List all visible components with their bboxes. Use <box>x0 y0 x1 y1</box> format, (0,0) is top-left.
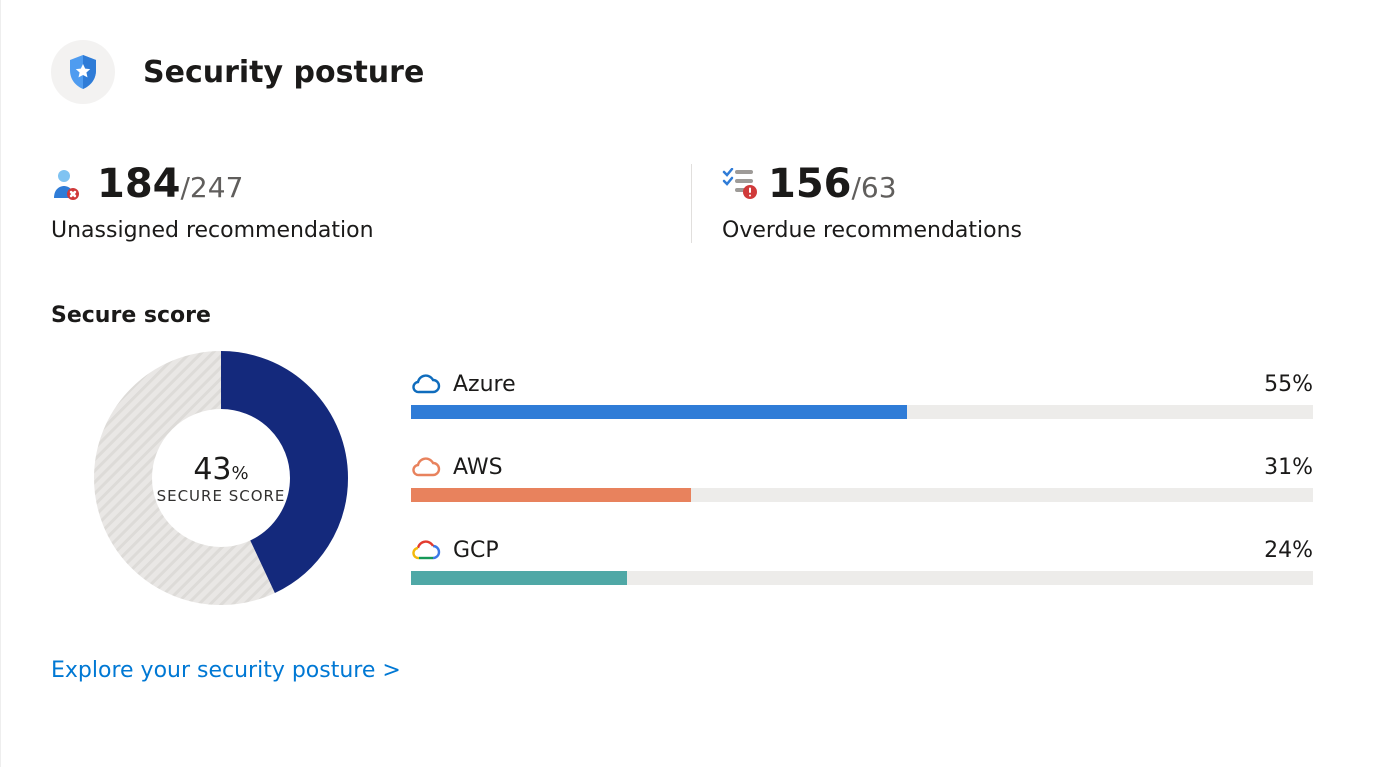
progress-track <box>411 405 1313 419</box>
stat-small-number: /63 <box>852 171 897 204</box>
stat-value: 184/247 <box>97 164 243 204</box>
security-posture-card: Security posture 184/247 Unassigned <box>0 0 1373 767</box>
explore-link[interactable]: Explore your security posture > <box>51 658 401 683</box>
progress-fill <box>411 571 627 585</box>
provider-percent: 31% <box>1264 455 1313 480</box>
cloud-aws-icon <box>411 456 441 478</box>
cloud-gcp-icon <box>411 539 441 561</box>
stat-big-number: 156 <box>768 161 852 207</box>
progress-fill <box>411 405 907 419</box>
provider-percent: 55% <box>1264 372 1313 397</box>
unassigned-stat[interactable]: 184/247 Unassigned recommendation <box>51 164 691 243</box>
stat-label: Unassigned recommendation <box>51 218 691 243</box>
donut-percent: 43% <box>193 452 248 487</box>
provider-name: Azure <box>453 372 516 397</box>
provider-row-gcp[interactable]: GCP 24% <box>411 538 1313 585</box>
progress-track <box>411 488 1313 502</box>
donut-percent-sign: % <box>232 463 249 484</box>
progress-track <box>411 571 1313 585</box>
shield-icon <box>51 40 115 104</box>
card-header: Security posture <box>51 40 1323 104</box>
donut-label: SECURE SCORE <box>157 487 286 505</box>
donut-center: 43% SECURE SCORE <box>91 348 351 608</box>
provider-row-aws[interactable]: AWS 31% <box>411 455 1313 502</box>
secure-score-donut[interactable]: 43% SECURE SCORE <box>91 348 351 608</box>
person-alert-icon <box>51 168 83 200</box>
provider-name: AWS <box>453 455 503 480</box>
secure-score-section: 43% SECURE SCORE Azure 55% <box>51 348 1323 608</box>
stat-label: Overdue recommendations <box>722 218 1022 243</box>
donut-percent-number: 43 <box>193 452 231 487</box>
provider-bars: Azure 55% AWS 31% <box>411 372 1323 585</box>
progress-fill <box>411 488 691 502</box>
provider-name: GCP <box>453 538 499 563</box>
cloud-azure-icon <box>411 373 441 395</box>
secure-score-heading: Secure score <box>51 303 1323 328</box>
checklist-alert-icon <box>722 168 754 200</box>
stat-value: 156/63 <box>768 164 897 204</box>
provider-percent: 24% <box>1264 538 1313 563</box>
stat-big-number: 184 <box>97 161 181 207</box>
overdue-stat[interactable]: 156/63 Overdue recommendations <box>691 164 1022 243</box>
stat-small-number: /247 <box>181 171 244 204</box>
provider-row-azure[interactable]: Azure 55% <box>411 372 1313 419</box>
card-title: Security posture <box>143 55 424 90</box>
stats-row: 184/247 Unassigned recommendation <box>51 164 1323 243</box>
